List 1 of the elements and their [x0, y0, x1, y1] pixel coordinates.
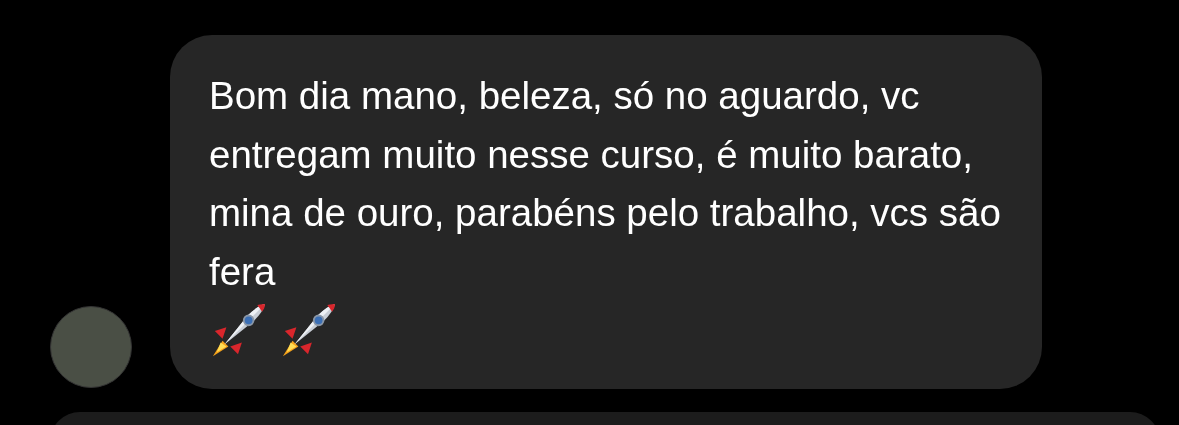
message-text: Bom dia mano, beleza, só no aguardo, vc entregam muito nesse curso, é muito barato, mina de ouro, parabéns pelo trabalho, vcs são fera [209, 73, 1002, 295]
